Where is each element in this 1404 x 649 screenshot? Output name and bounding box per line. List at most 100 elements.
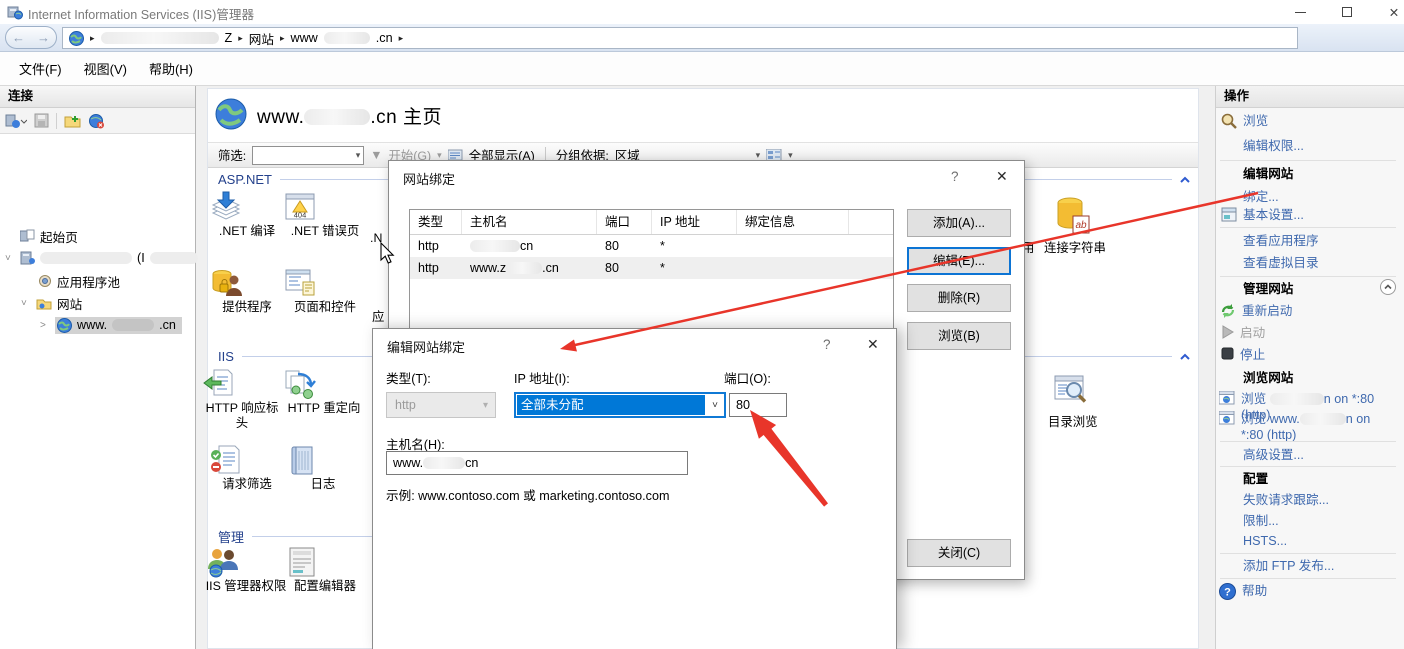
crumb-server-suffix: Z [225, 31, 233, 45]
action-stop[interactable]: 停止 [1221, 347, 1265, 363]
table-row[interactable]: http cn 80 * [410, 235, 893, 257]
window-title: Internet Information Services (IIS)管理器 [28, 4, 254, 23]
action-bindings[interactable]: 绑定... [1243, 189, 1279, 205]
disconnect-icon[interactable] [88, 113, 105, 129]
group-label: 管理 [218, 527, 244, 546]
feature-pages-controls[interactable]: 页面和控件 [283, 266, 367, 315]
close-button[interactable]: ✕ [1374, 0, 1404, 24]
go-caret-icon: ▾ [437, 150, 442, 161]
crumb-site-prefix[interactable]: www [290, 31, 317, 45]
menu-view[interactable]: 视图(V) [73, 53, 138, 84]
action-view-applications[interactable]: 查看应用程序 [1243, 233, 1319, 249]
panel-collapse-icon[interactable] [1380, 279, 1396, 295]
action-basic-settings[interactable]: 基本设置... [1221, 207, 1304, 223]
host-name-input[interactable]: www.cn [386, 451, 688, 475]
action-edit-permissions[interactable]: 编辑权限... [1243, 138, 1304, 154]
tree-sites[interactable]: ˅ 网站 [21, 293, 82, 313]
tree-server-node[interactable]: ˅ (I [5, 248, 198, 268]
col-port: 端口 [597, 210, 652, 234]
col-ip: IP 地址 [652, 210, 737, 234]
action-view-virtual-directories[interactable]: 查看虚拟目录 [1243, 255, 1319, 271]
feature-iis-manager-permissions[interactable]: IIS 管理器权限 [205, 545, 287, 594]
connect-server-icon[interactable] [5, 113, 27, 129]
net-error-pages-icon: 404 [283, 190, 367, 224]
breadcrumb[interactable]: ▸ Z ▸ 网站 ▸ www .cn ▸ [62, 27, 1298, 49]
feature-logging[interactable]: 日志 [285, 443, 361, 492]
address-bar: ← → ▸ Z ▸ 网站 ▸ www .cn ▸ ⇆ ✕ ? [0, 24, 1404, 52]
section-collapse-icon[interactable] [1180, 353, 1190, 361]
tree-site-www[interactable]: ˃ www. .cn [40, 315, 182, 335]
dialog-help-icon[interactable]: ? [951, 169, 959, 184]
action-start: 启动 [1222, 325, 1265, 341]
dialog-title: 网站绑定 [403, 169, 455, 188]
crumb-site-suffix[interactable]: .cn [376, 31, 393, 45]
feature-http-redirect[interactable]: HTTP 重定向 [282, 367, 366, 416]
filter-input[interactable]: ▾ [252, 146, 364, 165]
browse-site-icon [1219, 391, 1235, 405]
action-browse[interactable]: 浏览 [1221, 113, 1268, 129]
action-group-browse-site: 浏览网站 [1243, 370, 1293, 386]
chevron-down-icon: ▾ [483, 400, 495, 411]
action-advanced-settings[interactable]: 高级设置... [1243, 447, 1304, 463]
new-folder-icon[interactable] [64, 113, 81, 128]
page-title: www..cn 主页 [257, 102, 442, 129]
back-icon[interactable]: ← [12, 30, 25, 45]
crumb-sites[interactable]: 网站 [249, 29, 274, 48]
section-collapse-icon[interactable] [1180, 176, 1190, 184]
chevron-down-icon[interactable]: ˅ [706, 394, 724, 416]
tree-start-page[interactable]: 起始页 [20, 226, 78, 246]
svg-text:?: ? [1224, 587, 1231, 599]
type-select: http▾ [386, 392, 496, 418]
delete-button[interactable]: 删除(R) [907, 284, 1011, 312]
http-response-headers-icon [202, 367, 282, 401]
feature-http-response-headers[interactable]: HTTP 响应标头 [202, 367, 282, 431]
minimize-button[interactable] [1280, 0, 1320, 24]
table-row-selected[interactable]: http www.z.cn 80 * [410, 257, 893, 279]
feature-request-filtering[interactable]: 请求筛选 [209, 443, 285, 492]
action-browse-site-2[interactable]: 浏览 www.n on *:80 (http) [1219, 411, 1399, 443]
action-help[interactable]: ? 帮助 [1219, 583, 1267, 600]
action-hsts[interactable]: HSTS... [1243, 533, 1287, 549]
port-input[interactable]: 80 [729, 393, 787, 417]
action-failed-request-tracing[interactable]: 失败请求跟踪... [1243, 492, 1329, 508]
browse-button[interactable]: 浏览(B) [907, 322, 1011, 350]
menu-help[interactable]: 帮助(H) [138, 53, 204, 84]
server-icon [20, 251, 35, 265]
connections-panel: 连接 起始页 ˅ (I 应用程序池 ˅ 网站 ˃ www. .cn [0, 86, 196, 649]
maximize-button[interactable] [1327, 0, 1367, 24]
view-mode-caret-icon[interactable]: ▾ [788, 150, 793, 161]
close-dialog-button[interactable]: 关闭(C) [907, 539, 1011, 567]
dialog-close-icon[interactable]: ✕ [996, 168, 1008, 185]
feature-configuration-editor[interactable]: 配置编辑器 [285, 545, 365, 594]
forward-icon[interactable]: → [37, 30, 50, 45]
feature-directory-browsing-label[interactable]: 目录浏览 [1048, 412, 1098, 430]
connection-strings-icon[interactable]: ab [1054, 196, 1092, 236]
action-restart[interactable]: 重新启动 [1220, 303, 1292, 319]
directory-browsing-icon[interactable] [1052, 372, 1090, 410]
expand-chevron-icon[interactable]: ˅ [21, 298, 31, 309]
action-limits[interactable]: 限制... [1243, 513, 1279, 529]
tree-app-pools[interactable]: 应用程序池 [38, 271, 120, 291]
feature-net-compilation[interactable]: .NET 编译 [209, 190, 285, 239]
action-group-configure: 配置 [1243, 471, 1268, 487]
action-add-ftp-publishing[interactable]: 添加 FTP 发布... [1243, 558, 1334, 574]
iis-app-icon [7, 4, 23, 20]
group-by-caret-icon[interactable]: ▾ [756, 150, 761, 161]
feature-net-error-pages[interactable]: 404 .NET 错误页 [283, 190, 367, 239]
redacted-server-name [150, 252, 198, 264]
type-label: 类型(T): [386, 368, 431, 387]
feature-providers[interactable]: 提供程序 [209, 266, 285, 315]
feature-connection-strings-label[interactable]: 连接字符串 [1044, 238, 1106, 256]
ip-address-label: IP 地址(I): [514, 368, 570, 387]
add-button[interactable]: 添加(A)... [907, 209, 1011, 237]
group-label: IIS [218, 349, 234, 364]
menu-file[interactable]: 文件(F) [8, 53, 73, 84]
dialog-close-icon[interactable]: ✕ [867, 336, 879, 353]
dialog-help-icon[interactable]: ? [823, 337, 831, 352]
nav-buttons: ← → [5, 26, 57, 49]
help-icon: ? [1219, 583, 1236, 600]
expand-chevron-icon[interactable]: ˅ [5, 253, 15, 264]
edit-button[interactable]: 编辑(E)... [907, 247, 1011, 275]
collapse-chevron-icon[interactable]: ˃ [40, 320, 50, 331]
ip-address-select[interactable]: 全部未分配˅ [514, 392, 726, 418]
